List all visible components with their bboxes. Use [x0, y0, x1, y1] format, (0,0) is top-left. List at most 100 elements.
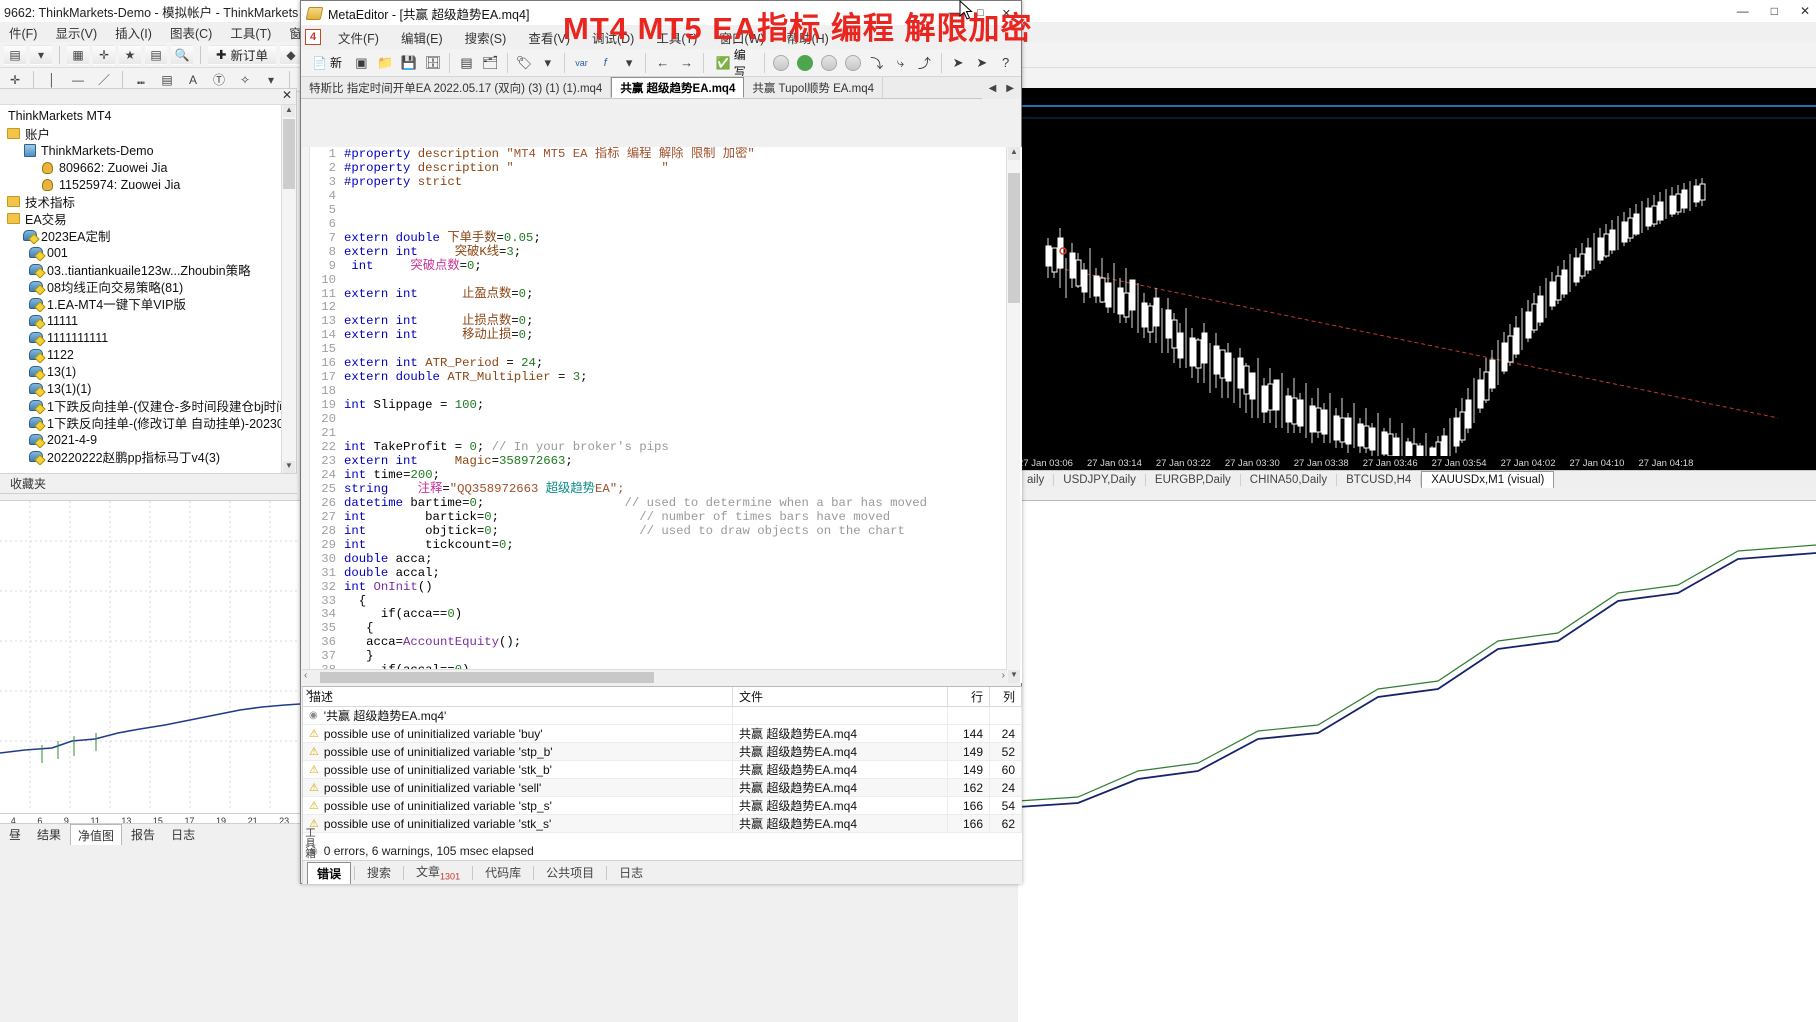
tree-node-ea-item[interactable]: 20220222赵鹏pp指标马丁v4(3) [2, 448, 296, 465]
mt4-menu-tools[interactable]: 工具(T) [221, 23, 280, 42]
toolbox-tabs[interactable]: 错误 搜索 文章1301 代码库 公共项目 日志 [303, 860, 1022, 884]
restart-debug-icon[interactable] [771, 52, 792, 74]
cursor-icon[interactable]: ✛ [4, 70, 26, 90]
errors-table[interactable]: 描述 文件 行 列 ◉ '共赢 超级趋势EA.mq4' ⚠ possible u… [303, 686, 1022, 842]
mt4-menu-insert[interactable]: 插入(I) [106, 23, 161, 42]
ea-item-list[interactable]: 001 03..tiantiankuaile123w...Zhoubin策略 08均… [2, 244, 296, 465]
toolbox-tab-articles[interactable]: 文章1301 [407, 861, 469, 883]
scroll-thumb[interactable] [1008, 173, 1020, 303]
price-chart-canvas[interactable]: 27 Jan 03:06 27 Jan 03:14 27 Jan 03:22 2… [1018, 88, 1816, 488]
terminal-icon[interactable]: ▤ [145, 44, 167, 65]
editor-file-tabs[interactable]: 特斯比 指定时间开单EA 2022.05.17 (双向) (3) (1) (1)… [301, 77, 1021, 99]
step-into-icon[interactable]: ⤷ [890, 52, 911, 74]
chart-tab-eurgbp[interactable]: EURGBP,Daily [1146, 473, 1241, 486]
tree-node-ea-item[interactable]: 08均线正向交易策略(81) [2, 278, 296, 295]
new-chart-icon[interactable]: ▤ [4, 44, 26, 65]
tree-node-ea-group[interactable]: 2023EA定制 [2, 227, 296, 244]
save-icon[interactable]: 💾 [399, 52, 420, 74]
errors-rows[interactable]: ⚠ possible use of uninitialized variable … [303, 724, 1022, 833]
maximize-icon[interactable]: □ [977, 7, 984, 19]
mt4-window-controls[interactable]: — □ ✕ [1737, 0, 1810, 22]
tree-node-ea-item[interactable]: 001 [2, 244, 296, 261]
terminal-tab-journal[interactable]: 日志 [164, 824, 202, 845]
code-text[interactable]: 1 #property description "MT4 MT5 EA 指标 编程… [310, 147, 1022, 683]
fibonacci-icon[interactable]: ▤ [156, 70, 178, 90]
toolbox-tab-errors[interactable]: 错误 [307, 861, 352, 884]
label-icon[interactable]: Ⓣ [208, 70, 230, 90]
chart-dropdown-icon[interactable]: ▾ [30, 44, 52, 65]
tab-prev-icon[interactable]: ◀ [989, 83, 997, 94]
close-icon[interactable]: ✕ [1800, 4, 1810, 18]
editor-vertical-scrollbar[interactable]: ▲ ▼ [1006, 147, 1020, 683]
scroll-thumb[interactable] [283, 119, 295, 189]
error-row[interactable]: ⚠ possible use of uninitialized variable … [303, 814, 1022, 833]
menu-window[interactable]: 窗口(W) [708, 28, 775, 47]
menu-tools[interactable]: 工具(T) [645, 28, 708, 47]
prev-bookmark-icon[interactable]: ➤ [971, 52, 992, 74]
error-row[interactable]: ⚠ possible use of uninitialized variable … [303, 724, 1022, 743]
terminal-tab-report[interactable]: 报告 [124, 824, 162, 845]
file-tab-supertrend-ea[interactable]: 共赢 超级趋势EA.mq4 [611, 77, 745, 98]
close-icon[interactable]: ✕ [1002, 7, 1011, 20]
tree-node-accounts[interactable]: 账户 [2, 125, 296, 142]
metaeditor-toolbar[interactable]: 📄 新 ▣ 📁 💾 🗄 ▤ 🗂 🏷 ▾ var f ▾ ← → ✅ 编写 ⤵ ⤷… [301, 49, 1021, 77]
tree-node-broker[interactable]: ThinkMarkets-Demo [2, 142, 296, 159]
navigator-toggle-icon[interactable]: ▤ [456, 52, 477, 74]
bookmark-icon[interactable]: 🏷 [514, 52, 535, 74]
terminal-tabs[interactable]: 昼 结果 净值图 报告 日志 [0, 823, 300, 845]
next-bookmark-icon[interactable]: ➤ [948, 52, 969, 74]
chart-tab-usdjpy[interactable]: USDJPY,Daily [1054, 473, 1146, 486]
tree-node-indicators[interactable]: 技术指标 [2, 193, 296, 210]
error-row[interactable]: ⚠ possible use of uninitialized variable … [303, 778, 1022, 797]
error-row[interactable]: ⚠ possible use of uninitialized variable … [303, 742, 1022, 761]
tree-node-account-1[interactable]: 809662: Zuowei Jia [2, 159, 296, 176]
error-row[interactable]: ⚠ possible use of uninitialized variable … [303, 760, 1022, 779]
stop-debug-icon[interactable] [843, 52, 864, 74]
menu-file[interactable]: 文件(F) [327, 28, 390, 47]
horizontal-line-icon[interactable]: — [67, 70, 89, 90]
strategy-tester-icon[interactable]: 🔍 [171, 44, 193, 65]
navigator-tabs[interactable]: 收藏夹 [0, 473, 297, 493]
mt4-menu-view[interactable]: 显示(V) [46, 23, 106, 42]
chart-tab-0[interactable]: aily [1018, 473, 1055, 486]
toolbox-tab-public-projects[interactable]: 公共项目 [537, 862, 603, 883]
chart-tab-china50[interactable]: CHINA50,Daily [1241, 473, 1338, 486]
scroll-left-icon[interactable]: ‹ [304, 670, 307, 681]
mt4-menu-charts[interactable]: 图表(C) [161, 23, 221, 42]
crosshair-icon[interactable]: ✛ [93, 44, 115, 65]
editor-horizontal-scrollbar[interactable]: ‹ › [302, 669, 1007, 684]
back-icon[interactable]: ← [652, 52, 673, 74]
vertical-line-icon[interactable]: │ [41, 70, 63, 90]
errors-file-row[interactable]: ◉ '共赢 超级趋势EA.mq4' [303, 706, 1022, 725]
scroll-right-icon[interactable]: › [1002, 670, 1005, 681]
tree-node-ea-item[interactable]: 11111 [2, 312, 296, 329]
save-all-icon[interactable]: 🗄 [422, 52, 443, 74]
tab-favorites[interactable]: 收藏夹 [10, 475, 46, 492]
shapes-icon[interactable]: ✧ [234, 70, 256, 90]
minimize-icon[interactable]: — [1737, 4, 1749, 18]
mt4-menu-file[interactable]: 件(F) [0, 23, 46, 42]
function-dropdown-icon[interactable]: ▾ [619, 52, 640, 74]
code-editor[interactable]: 1 #property description "MT4 MT5 EA 指标 编程… [302, 147, 1022, 683]
metaeditor-icon[interactable]: ◆ [280, 44, 302, 65]
tree-node-expert-advisors[interactable]: EA交易 [2, 210, 296, 227]
toolbox-tab-codebase[interactable]: 代码库 [476, 862, 530, 883]
navigator-scrollbar[interactable]: ▲ ▼ [281, 105, 296, 473]
compile-button[interactable]: ✅ 编写 [710, 49, 758, 76]
tree-node-ea-item[interactable]: 13(1) [2, 363, 296, 380]
tree-node-account-2[interactable]: 11525974: Zuowei Jia [2, 176, 296, 193]
scroll-down-icon[interactable]: ▼ [283, 461, 295, 473]
new-project-icon[interactable]: ▣ [351, 52, 372, 74]
terminal-tab-0[interactable]: 昼 [2, 824, 28, 845]
toolbox-tab-journal[interactable]: 日志 [610, 862, 652, 883]
equidistant-channel-icon[interactable]: ⑉ [130, 70, 152, 90]
start-debug-icon[interactable] [795, 52, 816, 74]
navigator-tree[interactable]: 账户 ThinkMarkets-Demo 809662: Zuowei Jia … [0, 125, 296, 465]
toolbox-close-icon[interactable]: ✕ [305, 688, 313, 699]
menu-edit[interactable]: 编辑(E) [390, 28, 454, 47]
tree-node-ea-item[interactable]: 1下跌反向挂单-(仅建仓-多时间段建仓bj时间 支撑建 [2, 397, 296, 414]
scroll-up-icon[interactable]: ▲ [283, 105, 295, 117]
metaeditor-menubar[interactable]: 4 文件(F) 编辑(E) 搜索(S) 查看(V) 调试(D) 工具(T) 窗口… [301, 25, 1021, 49]
chart-tab-xauusdx[interactable]: XAUUSDx,M1 (visual) [1421, 471, 1555, 488]
chart-symbol-tabs[interactable]: aily USDJPY,Daily EURGBP,Daily CHINA50,D… [1018, 470, 1816, 488]
